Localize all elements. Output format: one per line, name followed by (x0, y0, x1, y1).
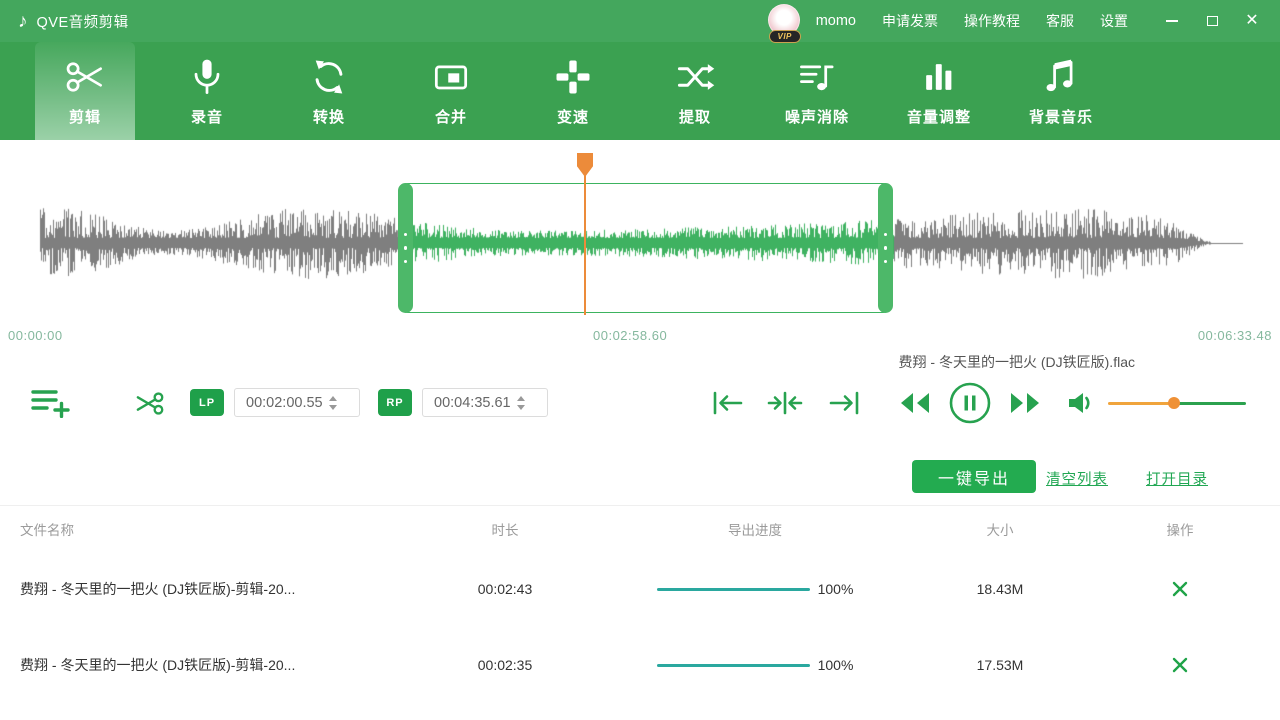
seek-to-start-icon[interactable] (710, 390, 746, 416)
file-table: 文件名称 时长 导出进度 大小 操作 费翔 - 冬天里的一把火 (DJ铁匠版)-… (0, 505, 1280, 703)
size-cell: 18.43M (920, 581, 1080, 597)
current-file-name: 费翔 - 冬天里的一把火 (DJ铁匠版).flac (0, 352, 1280, 376)
open-directory-link[interactable]: 打开目录 (1146, 468, 1208, 489)
rewind-icon[interactable] (898, 390, 932, 416)
left-point-button[interactable]: LP (190, 389, 224, 416)
header-progress: 导出进度 (590, 519, 920, 539)
titlebar: ♪ QVE音频剪辑 VIP momo 申请发票 操作教程 客服 设置 ✕ (0, 0, 1280, 42)
refresh-cycle-icon (307, 55, 351, 99)
left-point-input-box (234, 388, 360, 417)
menu-support[interactable]: 客服 (1046, 11, 1074, 31)
tab-speed[interactable]: 变速 (523, 42, 623, 140)
menu-settings[interactable]: 设置 (1100, 11, 1128, 31)
tab-record[interactable]: 录音 (157, 42, 257, 140)
app-title: QVE音频剪辑 (37, 11, 129, 32)
microphone-icon (185, 55, 229, 99)
progress-cell: 100% (590, 581, 920, 597)
volume-speaker-icon[interactable] (1066, 389, 1096, 417)
progress-bar (657, 588, 810, 591)
menu-invoice[interactable]: 申请发票 (882, 11, 938, 31)
add-to-list-icon[interactable] (30, 388, 70, 418)
table-row: 费翔 - 冬天里的一把火 (DJ铁匠版)-剪辑-20... 00:02:43 1… (0, 551, 1280, 627)
playhead-line (584, 175, 586, 315)
progress-bar (657, 664, 810, 667)
export-button[interactable]: 一键导出 (912, 460, 1036, 493)
right-point-button[interactable]: RP (378, 389, 412, 416)
time-cursor-label: 00:02:58.60 (593, 328, 667, 343)
selection-region[interactable] (398, 183, 893, 313)
export-actions-row: 一键导出 清空列表 打开目录 (0, 430, 1280, 505)
waveform-panel: 00:00:00 00:02:58.60 00:06:33.48 (0, 140, 1280, 352)
volume-slider[interactable] (1108, 401, 1246, 405)
progress-percent: 100% (818, 657, 854, 673)
lp-spinner[interactable] (329, 396, 337, 410)
volume-slider-fill (1108, 402, 1174, 405)
user-avatar[interactable]: VIP (768, 4, 802, 38)
vip-badge: VIP (769, 30, 801, 43)
right-point-input-box (422, 388, 548, 417)
table-row: 费翔 - 冬天里的一把火 (DJ铁匠版)-剪辑-20... 00:02:35 1… (0, 627, 1280, 703)
tab-convert[interactable]: 转换 (279, 42, 379, 140)
size-cell: 17.53M (920, 657, 1080, 673)
left-point-input[interactable] (235, 395, 327, 411)
control-bar: LP RP (0, 376, 1280, 430)
delete-row-icon[interactable] (1171, 656, 1189, 674)
delete-row-icon[interactable] (1171, 580, 1189, 598)
selection-right-handle[interactable] (878, 183, 893, 313)
fast-forward-icon[interactable] (1008, 390, 1042, 416)
header-size: 大小 (920, 519, 1080, 539)
bars-icon (917, 55, 961, 99)
file-name-cell: 费翔 - 冬天里的一把火 (DJ铁匠版)-剪辑-20... (0, 579, 420, 599)
cut-scissors-icon[interactable] (133, 387, 166, 420)
menu-tutorial[interactable]: 操作教程 (964, 11, 1020, 31)
time-end-label: 00:06:33.48 (1198, 328, 1272, 343)
toolbar: 剪辑 录音 转换 合并 变速 提 (0, 42, 1280, 140)
playlist-note-icon (795, 55, 839, 99)
right-point-input[interactable] (423, 395, 515, 411)
progress-percent: 100% (818, 581, 854, 597)
tab-background-music[interactable]: 背景音乐 (1011, 42, 1111, 140)
seek-to-selection-icon[interactable] (767, 390, 803, 416)
clear-list-link[interactable]: 清空列表 (1046, 468, 1108, 489)
app-logo-music-note-icon: ♪ (18, 12, 28, 31)
tab-volume-adjust[interactable]: 音量调整 (889, 42, 989, 140)
close-button[interactable]: ✕ (1244, 13, 1260, 29)
tab-denoise[interactable]: 噪声消除 (767, 42, 867, 140)
seek-to-end-icon[interactable] (826, 390, 862, 416)
header-filename: 文件名称 (0, 519, 420, 539)
shuffle-icon (673, 55, 717, 99)
merge-rect-icon (429, 55, 473, 99)
volume-slider-rest (1178, 402, 1246, 405)
duration-cell: 00:02:35 (420, 657, 590, 673)
pause-button[interactable] (948, 381, 992, 425)
speed-dpad-icon (551, 55, 595, 99)
file-name-cell: 费翔 - 冬天里的一把火 (DJ铁匠版)-剪辑-20... (0, 655, 420, 675)
music-notes-icon (1039, 55, 1083, 99)
maximize-button[interactable] (1204, 13, 1220, 29)
table-header-row: 文件名称 时长 导出进度 大小 操作 (0, 506, 1280, 551)
progress-cell: 100% (590, 657, 920, 673)
tab-cut[interactable]: 剪辑 (35, 42, 135, 140)
header-operation: 操作 (1080, 519, 1280, 539)
duration-cell: 00:02:43 (420, 581, 590, 597)
minimize-button[interactable] (1164, 13, 1180, 29)
scissors-icon (63, 55, 107, 99)
time-start-label: 00:00:00 (8, 328, 63, 343)
username[interactable]: momo (816, 13, 856, 29)
rp-spinner[interactable] (517, 396, 525, 410)
tab-merge[interactable]: 合并 (401, 42, 501, 140)
volume-slider-knob[interactable] (1168, 397, 1180, 409)
tab-extract[interactable]: 提取 (645, 42, 745, 140)
selection-left-handle[interactable] (398, 183, 413, 313)
header-duration: 时长 (420, 519, 590, 539)
